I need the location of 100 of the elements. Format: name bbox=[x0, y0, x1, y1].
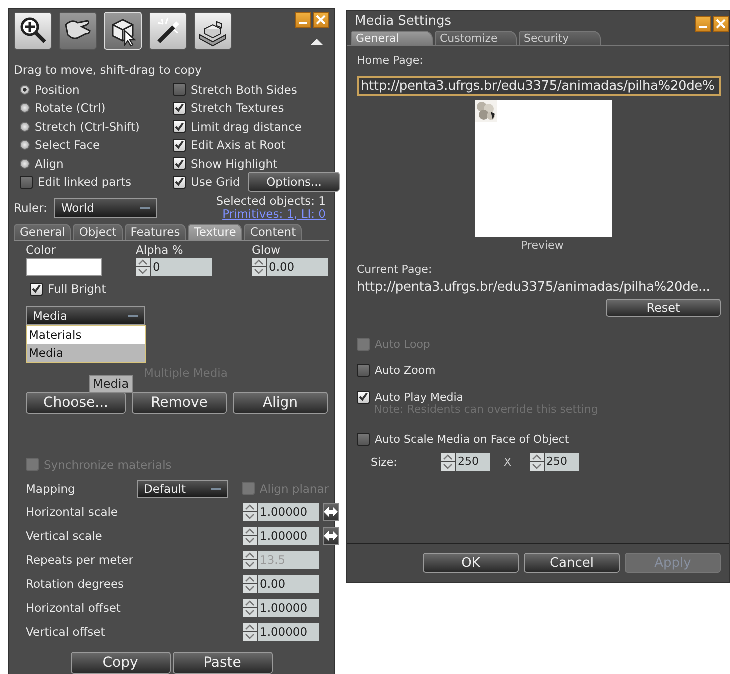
color-swatch[interactable] bbox=[26, 258, 102, 276]
checkbox-label: Stretch Textures bbox=[191, 101, 284, 116]
dropdown-option[interactable]: Media bbox=[27, 344, 145, 362]
close-button[interactable] bbox=[313, 12, 329, 28]
flip-button[interactable] bbox=[323, 502, 339, 521]
checkbox[interactable] bbox=[20, 176, 33, 189]
glow-label: Glow bbox=[252, 242, 282, 257]
tab[interactable]: Object bbox=[73, 224, 123, 240]
parameter-label: Vertical offset bbox=[26, 624, 106, 639]
tab[interactable]: Features bbox=[124, 224, 186, 240]
spinner-icon bbox=[441, 453, 455, 471]
alpha-label: Alpha % bbox=[136, 242, 184, 257]
tool-button[interactable] bbox=[149, 12, 187, 50]
radio-button[interactable] bbox=[20, 103, 30, 114]
checkbox[interactable] bbox=[173, 176, 186, 189]
checkbox[interactable] bbox=[173, 120, 186, 134]
checkbox[interactable] bbox=[357, 390, 370, 404]
number-field[interactable]: 0 bbox=[151, 258, 212, 276]
radio-button[interactable] bbox=[20, 122, 30, 132]
preview-label: Preview bbox=[521, 239, 565, 254]
spinner-icon bbox=[136, 258, 150, 276]
parameter-label: Vertical scale bbox=[26, 528, 104, 543]
texture-type-dropdown[interactable]: Media bbox=[26, 306, 145, 326]
dropdown-option[interactable]: Materials bbox=[27, 326, 145, 344]
number-field[interactable]: 1.00000 bbox=[258, 598, 319, 617]
radio-label: Align bbox=[35, 156, 64, 171]
up-arrow-icon bbox=[310, 38, 324, 46]
checkbox-label: Full Bright bbox=[48, 282, 106, 296]
mapping-dropdown[interactable]: Default bbox=[137, 480, 228, 498]
radio-button[interactable] bbox=[20, 84, 30, 95]
tab[interactable]: Content bbox=[244, 224, 302, 240]
parameter-label: Horizontal scale bbox=[26, 504, 120, 519]
checkbox[interactable] bbox=[173, 83, 186, 96]
radio-label: Rotate (Ctrl) bbox=[35, 101, 106, 116]
minimize-button[interactable] bbox=[695, 16, 711, 32]
checkbox-label: Auto Zoom bbox=[375, 364, 436, 378]
checkbox-label: Limit drag distance bbox=[191, 120, 302, 134]
number-field[interactable]: 1.00000 bbox=[258, 622, 319, 641]
clipboard-button[interactable]: Paste bbox=[172, 652, 272, 674]
spinner-icon bbox=[243, 574, 257, 593]
collapse-button[interactable] bbox=[310, 38, 326, 46]
close-button[interactable] bbox=[713, 16, 729, 32]
radio-label: Select Face bbox=[35, 138, 100, 152]
double-arrow-icon bbox=[324, 530, 338, 541]
number-field[interactable]: 1.00000 bbox=[258, 502, 319, 521]
checkbox-label: Edit Axis at Root bbox=[191, 138, 286, 152]
close-icon bbox=[716, 19, 726, 29]
checkbox[interactable] bbox=[30, 282, 43, 296]
checkbox[interactable] bbox=[173, 138, 186, 152]
dialog-button[interactable]: OK bbox=[423, 553, 519, 573]
clipboard-button[interactable]: Copy bbox=[70, 652, 170, 674]
number-field[interactable]: 1.00000 bbox=[258, 526, 319, 545]
minimize-button[interactable] bbox=[295, 12, 311, 28]
tool-button[interactable] bbox=[14, 12, 52, 50]
number-field[interactable]: 0.00 bbox=[258, 574, 319, 593]
flip-button[interactable] bbox=[323, 526, 339, 545]
parameter-label: Repeats per meter bbox=[26, 552, 134, 567]
number-field[interactable]: 0.00 bbox=[267, 258, 328, 276]
dialog-button[interactable]: Cancel bbox=[524, 553, 620, 573]
checkbox-label: Edit linked parts bbox=[38, 175, 132, 190]
tab[interactable]: Customize bbox=[435, 31, 517, 45]
number-field[interactable]: 250 bbox=[456, 453, 490, 471]
selected-count: Selected objects: 1 bbox=[216, 194, 326, 208]
tab[interactable]: Security bbox=[519, 31, 601, 45]
reset-button[interactable]: Reset bbox=[606, 299, 721, 317]
radio-label: Position bbox=[35, 82, 80, 97]
tool-button[interactable] bbox=[59, 12, 97, 50]
number-field[interactable]: 250 bbox=[544, 453, 579, 471]
ruler-label: Ruler: bbox=[14, 201, 48, 216]
spinner-icon bbox=[243, 550, 257, 569]
radio-button[interactable] bbox=[20, 140, 30, 150]
media-button[interactable]: Choose... bbox=[26, 392, 126, 414]
tool-button[interactable] bbox=[194, 12, 232, 50]
spinner-icon bbox=[243, 622, 257, 641]
tab[interactable]: General bbox=[14, 224, 72, 240]
checkbox-label: Show Highlight bbox=[191, 156, 278, 171]
checkbox[interactable] bbox=[173, 157, 186, 170]
hint-text: Drag to move, shift-drag to copy bbox=[14, 63, 203, 79]
checkbox[interactable] bbox=[357, 364, 370, 378]
spinner-icon bbox=[530, 453, 544, 471]
spinner-icon bbox=[243, 502, 257, 521]
current-page-label: Current Page: bbox=[357, 263, 434, 277]
checkbox[interactable] bbox=[173, 102, 186, 115]
minimize-icon bbox=[299, 22, 307, 24]
spinner-icon bbox=[243, 526, 257, 545]
options-button[interactable]: Options... bbox=[248, 172, 340, 192]
media-button[interactable]: Remove bbox=[132, 392, 227, 414]
home-page-label: Home Page: bbox=[357, 54, 424, 68]
color-label: Color bbox=[26, 242, 58, 257]
radio-button[interactable] bbox=[20, 158, 30, 169]
checkbox-label: Auto Scale Media on Face of Object bbox=[375, 433, 570, 446]
checkbox-label: Stretch Both Sides bbox=[191, 82, 298, 97]
minimize-icon bbox=[699, 26, 707, 28]
ruler-dropdown[interactable]: World bbox=[54, 198, 158, 218]
mapping-label: Mapping bbox=[26, 482, 76, 496]
url-field[interactable]: http://penta3.ufrgs.br/edu3375/animadas/pilha%20de% bbox=[357, 76, 721, 96]
size-label: Size: bbox=[371, 456, 398, 468]
close-icon bbox=[316, 15, 326, 25]
media-button[interactable]: Align bbox=[233, 392, 328, 414]
checkbox[interactable] bbox=[357, 433, 370, 446]
